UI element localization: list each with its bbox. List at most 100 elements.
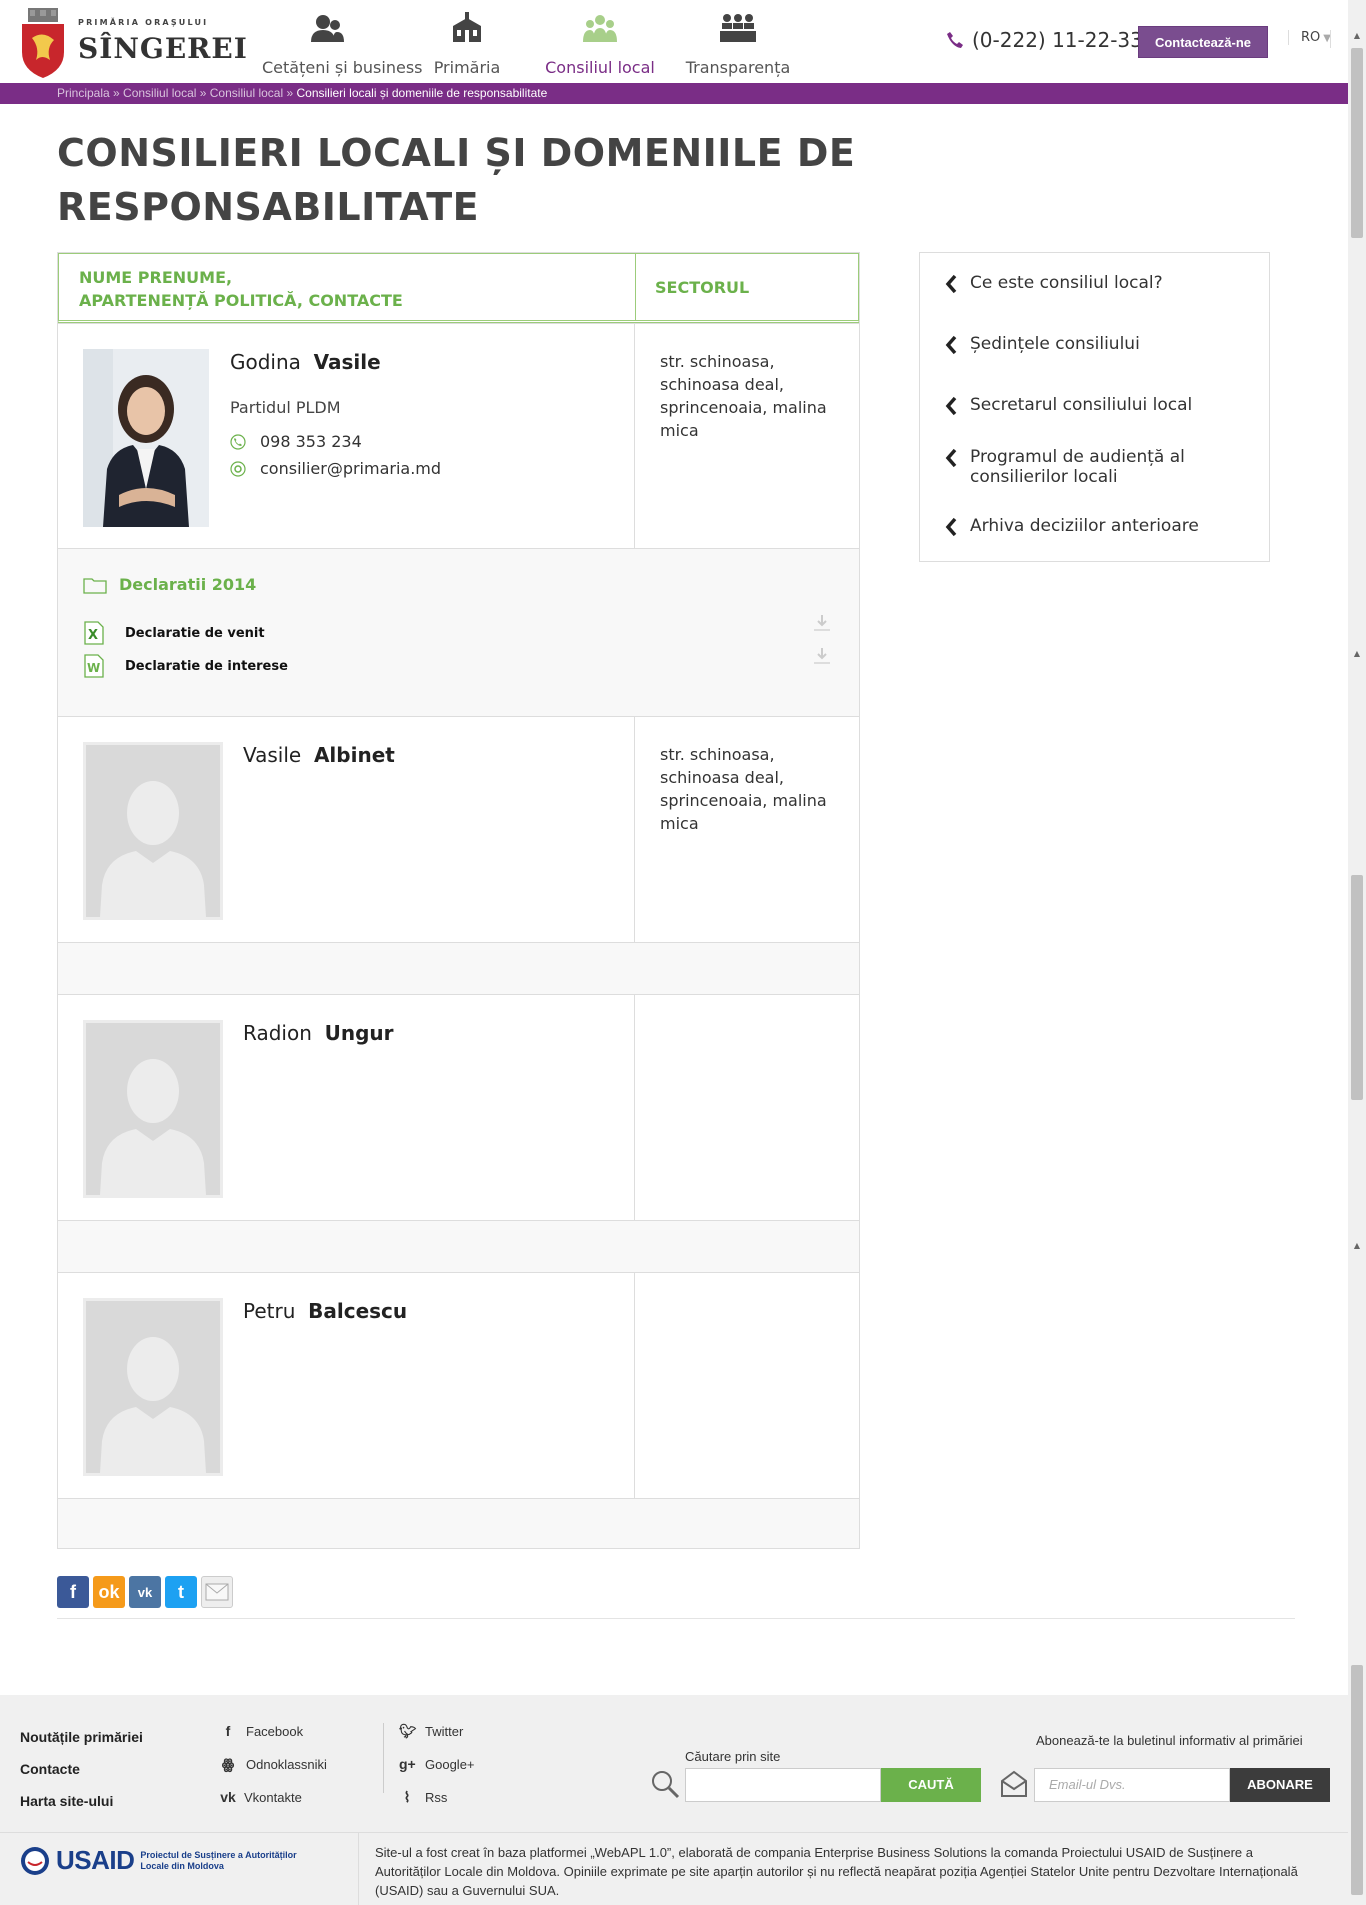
councillors-table: NUME PRENUME, APARTENENȚĂ POLITICĂ, CONT… — [57, 252, 860, 1549]
footer-social-rss[interactable]: ⌇ Rss — [399, 1789, 448, 1806]
scroll-up-icon[interactable]: ▲ — [1351, 30, 1363, 42]
scrollbar-thumb[interactable] — [1351, 875, 1363, 1100]
language-selector[interactable]: RO ▼ — [1288, 30, 1331, 45]
download-icon[interactable] — [812, 613, 832, 633]
column-header-line: APARTENENȚĂ POLITICĂ, CONTACTE — [79, 291, 403, 310]
sidebar-item-label: Secretarul consiliului local — [970, 395, 1193, 415]
usaid-project: Proiectul de Susținere a Autorităților L… — [140, 1849, 297, 1871]
scroll-arrow-icon[interactable]: ▲ — [1351, 1240, 1363, 1252]
nav-label: Primăria — [433, 58, 501, 77]
usaid-text: USAID — [56, 1845, 135, 1875]
share-bar: f ok vk t — [57, 1576, 233, 1608]
document-label: Declaratie de interese — [125, 658, 288, 674]
sidebar-item-label: Ce este consiliul local? — [970, 273, 1163, 293]
sidebar-menu: Ce este consiliul local? Ședințele consi… — [919, 252, 1270, 562]
footer-link[interactable]: Harta site-ului — [20, 1793, 113, 1809]
facebook-share-icon[interactable]: f — [57, 1576, 89, 1608]
nav-item-primaria[interactable]: Primăria — [402, 0, 532, 83]
declarations-panel: Declaratii 2014 X Declaratie de venit W … — [58, 548, 859, 716]
search-input[interactable] — [685, 1768, 881, 1802]
nav-item-transparenta[interactable]: Transparența — [668, 0, 808, 83]
document-link[interactable]: X Declaratie de venit — [83, 621, 265, 645]
nav-label: Cetățeni și business — [262, 58, 423, 77]
footer-social-vkontakte[interactable]: vk Vkontakte — [218, 1789, 302, 1805]
newsletter-icon — [1001, 1770, 1027, 1797]
chevron-left-icon — [945, 396, 957, 416]
envelope-icon — [205, 1583, 229, 1601]
document-link[interactable]: W Declaratie de interese — [83, 654, 288, 678]
site-logo[interactable]: PRIMĂRIA ORAȘULUI SÎNGEREI — [18, 6, 247, 78]
footer-link[interactable]: Noutățile primăriei — [20, 1729, 143, 1745]
sidebar-item[interactable]: Ce este consiliul local? — [944, 273, 1163, 295]
footer-social-odnoklassniki[interactable]: ꙮ Odnoklassniki — [220, 1756, 327, 1773]
email-field[interactable]: Email-ul Dvs. — [1034, 1768, 1230, 1802]
scrollbar-thumb[interactable] — [1351, 1665, 1363, 1895]
scroll-down-icon[interactable]: ▲ — [1351, 648, 1363, 660]
declarations-panel — [58, 1220, 859, 1272]
sidebar-item[interactable]: Arhiva deciziilor anterioare — [944, 516, 1199, 538]
avatar-placeholder — [83, 1020, 223, 1198]
footer-social-facebook[interactable]: f Facebook — [220, 1723, 303, 1739]
word-file-icon: W — [84, 654, 104, 678]
building-icon — [453, 12, 481, 42]
sidebar-item[interactable]: Programul de audiență al consilierilor l… — [944, 447, 1224, 487]
search-button[interactable]: CAUTĂ — [881, 1768, 981, 1802]
breadcrumb-bar: Principala » Consiliul local » Consiliul… — [0, 83, 1348, 104]
chevron-left-icon — [945, 335, 957, 355]
councillor-email[interactable]: consilier@primaria.md — [230, 459, 441, 478]
footer-social-googleplus[interactable]: g+ Google+ — [399, 1756, 475, 1772]
main-nav: Cetățeni și business Primăria Consiliul … — [252, 0, 808, 83]
last-name: Albinet — [313, 743, 395, 767]
sidebar-item[interactable]: Ședințele consiliului — [944, 334, 1140, 356]
declarations-folder[interactable]: Declaratii 2014 — [83, 575, 256, 594]
rss-icon: ⌇ — [403, 1789, 411, 1805]
footer-link[interactable]: Contacte — [20, 1761, 80, 1777]
search-label: Căutare prin site — [685, 1749, 781, 1764]
first-name: Godina — [230, 350, 301, 374]
breadcrumb-item[interactable]: Principala — [57, 86, 110, 100]
chevron-left-icon — [945, 448, 957, 468]
folder-icon — [83, 577, 107, 594]
declarations-panel — [58, 1498, 859, 1548]
councillor-phone[interactable]: 098 353 234 — [230, 432, 362, 451]
sidebar-item-label: Arhiva deciziilor anterioare — [970, 516, 1199, 536]
table-row: Vasile Albinet str. schinoasa, schinoasa… — [58, 716, 859, 942]
breadcrumb-item[interactable]: Consiliul local — [210, 86, 283, 100]
header-phone[interactable]: (0-222) 11-22-33 — [946, 28, 1143, 52]
folder-label: Declaratii 2014 — [119, 575, 257, 594]
vkontakte-share-icon[interactable]: vk — [129, 1576, 161, 1608]
portrait-image — [83, 349, 209, 527]
councillor-photo — [83, 349, 209, 527]
site-header: PRIMĂRIA ORAȘULUI SÎNGEREI Cetățeni și b… — [0, 0, 1348, 83]
scrollbar-thumb[interactable] — [1351, 48, 1363, 238]
footer-social-twitter[interactable]: 🐦︎ Twitter — [399, 1723, 463, 1740]
first-name: Petru — [243, 1299, 296, 1323]
phone-icon — [230, 433, 246, 450]
svg-text:X: X — [88, 628, 98, 643]
divider — [635, 254, 636, 321]
social-label: Vkontakte — [244, 1789, 302, 1805]
scrollbar[interactable]: ▲ ▲ ▲ — [1348, 0, 1366, 1905]
email-share-icon[interactable] — [201, 1576, 233, 1608]
coat-of-arms-icon — [22, 8, 64, 78]
contact-button[interactable]: Contactează-ne — [1138, 26, 1268, 58]
councillor-name: Petru Balcescu — [243, 1299, 407, 1323]
nav-item-cetateni[interactable]: Cetățeni și business — [252, 0, 423, 83]
sidebar-item[interactable]: Secretarul consiliului local — [944, 395, 1192, 417]
divider — [634, 717, 635, 942]
download-icon[interactable] — [812, 646, 832, 666]
twitter-share-icon[interactable]: t — [165, 1576, 197, 1608]
councillor-name: Godina Vasile — [230, 350, 381, 374]
council-icon — [583, 15, 617, 42]
social-label: Google+ — [425, 1756, 475, 1772]
social-label: Facebook — [246, 1723, 304, 1739]
party-label: Partidul PLDM — [230, 398, 341, 417]
usaid-logo: USAID Proiectul de Susținere a Autorităț… — [20, 1845, 300, 1876]
councillor-name: Vasile Albinet — [243, 743, 395, 767]
odnoklassniki-share-icon[interactable]: ok — [93, 1576, 125, 1608]
nav-item-consiliul[interactable]: Consiliul local — [532, 0, 668, 83]
last-name: Balcescu — [308, 1299, 408, 1323]
breadcrumb-item[interactable]: Consiliul local — [123, 86, 196, 100]
subscribe-button[interactable]: ABONARE — [1230, 1768, 1330, 1802]
odnoklassniki-icon: ꙮ — [221, 1756, 235, 1772]
